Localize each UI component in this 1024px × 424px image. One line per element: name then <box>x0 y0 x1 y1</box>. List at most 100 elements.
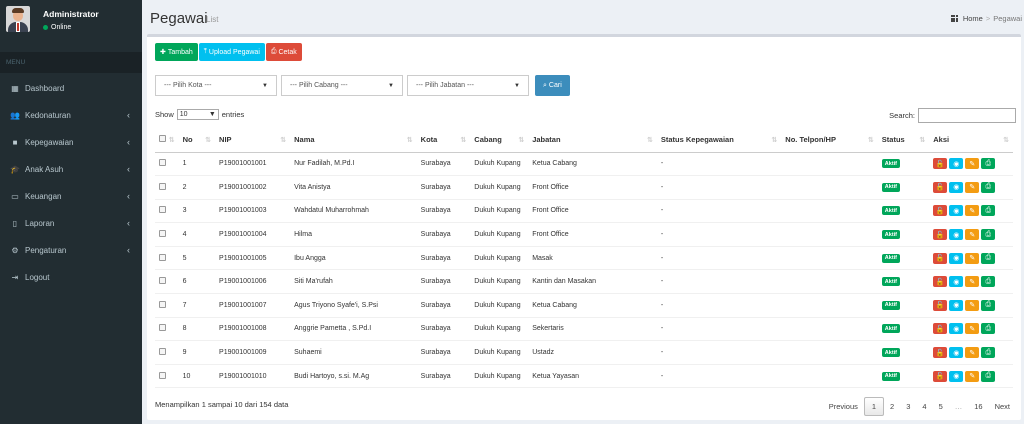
row-checkbox[interactable] <box>159 206 166 214</box>
unlock-icon[interactable]: 🔓 <box>933 205 948 217</box>
breadcrumb-home[interactable]: Home <box>963 14 983 23</box>
column-header[interactable]: Jabatan ⇅ <box>528 128 657 153</box>
row-checkbox[interactable] <box>159 348 166 356</box>
chevron-left-icon: ‹ <box>127 137 130 147</box>
page-2-button[interactable]: 2 <box>884 398 900 415</box>
column-header[interactable]: Status ⇅ <box>877 128 930 153</box>
unlock-icon[interactable]: 🔓 <box>933 299 948 311</box>
row-checkbox[interactable] <box>159 324 166 332</box>
unlock-icon[interactable]: 🔓 <box>933 252 948 264</box>
print-icon[interactable]: ⎙ <box>981 181 996 193</box>
print-icon[interactable]: ⎙ <box>981 347 996 359</box>
print-icon[interactable]: ⎙ <box>981 229 996 241</box>
eye-icon[interactable]: ◉ <box>949 347 964 359</box>
print-icon[interactable]: ⎙ <box>981 276 996 288</box>
cell-jabatan: Front Office <box>528 222 657 247</box>
kota-select[interactable]: --- Pilih Kota --- ▼ <box>155 75 277 96</box>
print-icon[interactable]: ⎙ <box>981 299 996 311</box>
row-checkbox[interactable] <box>159 300 166 308</box>
length-select[interactable]: 10 ▼ <box>176 109 219 120</box>
cell-status-kepegawaian: - <box>656 152 782 177</box>
column-header[interactable]: No. Telpon/HP ⇅ <box>781 128 878 153</box>
unlock-icon[interactable]: 🔓 <box>933 347 948 359</box>
edit-icon[interactable]: ✎ <box>965 158 980 170</box>
edit-icon[interactable]: ✎ <box>965 181 980 193</box>
next-page-button[interactable]: Next <box>989 398 1016 415</box>
breadcrumb: Home > Pegawai <box>950 14 1022 23</box>
print-icon[interactable]: ⎙ <box>981 370 996 382</box>
sidebar-item-keuangan[interactable]: ▭ Keuangan ‹ <box>0 183 142 210</box>
print-icon[interactable]: ⎙ <box>981 323 996 335</box>
unlock-icon[interactable]: 🔓 <box>933 158 948 170</box>
row-checkbox[interactable] <box>159 371 166 379</box>
user-panel: Administrator Online <box>0 0 142 52</box>
jabatan-select[interactable]: --- Pilih Jabatan --- ▼ <box>407 75 529 96</box>
edit-icon[interactable]: ✎ <box>965 276 980 288</box>
eye-icon[interactable]: ◉ <box>949 205 964 217</box>
print-icon[interactable]: ⎙ <box>981 252 996 264</box>
column-header[interactable]: Aksi ⇅ <box>929 128 1013 153</box>
edit-icon[interactable]: ✎ <box>965 252 980 264</box>
select-all-checkbox[interactable] <box>159 135 166 143</box>
row-checkbox[interactable] <box>159 182 166 190</box>
search-input[interactable] <box>918 108 1016 123</box>
eye-icon[interactable]: ◉ <box>949 323 964 335</box>
page-1-button[interactable]: 1 <box>863 397 885 416</box>
eye-icon[interactable]: ◉ <box>949 276 964 288</box>
eye-icon[interactable]: ◉ <box>949 158 964 170</box>
column-header[interactable]: Kota ⇅ <box>416 128 471 153</box>
page-3-button[interactable]: 3 <box>900 398 916 415</box>
eye-icon[interactable]: ◉ <box>949 252 964 264</box>
column-header[interactable]: No ⇅ <box>178 128 216 153</box>
unlock-icon[interactable]: 🔓 <box>933 276 948 288</box>
row-checkbox[interactable] <box>159 253 166 261</box>
column-header[interactable]: Cabang ⇅ <box>470 128 529 153</box>
edit-icon[interactable]: ✎ <box>965 370 980 382</box>
row-checkbox[interactable] <box>159 277 166 285</box>
sidebar-item-kepegawaian[interactable]: ■ Kepegawaian ‹ <box>0 129 142 156</box>
edit-icon[interactable]: ✎ <box>965 347 980 359</box>
eye-icon[interactable]: ◉ <box>949 370 964 382</box>
sidebar-item-logout[interactable]: ⇥ Logout <box>0 264 142 291</box>
unlock-icon[interactable]: 🔓 <box>933 323 948 335</box>
sort-icon[interactable]: ⇅ <box>169 136 175 144</box>
print-icon[interactable]: ⎙ <box>981 158 996 170</box>
sidebar-item-anak-asuh[interactable]: 🎓 Anak Asuh ‹ <box>0 156 142 183</box>
column-header-label: Jabatan <box>532 135 561 145</box>
print-icon[interactable]: ⎙ <box>981 205 996 217</box>
search-button[interactable]: ⌕ Cari <box>535 75 570 96</box>
print-icon: ⎙ <box>270 48 277 55</box>
sidebar-item-label: Dashboard <box>25 84 65 93</box>
unlock-icon[interactable]: 🔓 <box>933 181 948 193</box>
eye-icon[interactable]: ◉ <box>949 229 964 241</box>
page-5-button[interactable]: 5 <box>933 398 949 415</box>
column-header[interactable]: NIP ⇅ <box>215 128 291 153</box>
add-button[interactable]: ✚ Tambah <box>155 43 198 61</box>
cabang-select[interactable]: --- Pilih Cabang --- ▼ <box>281 75 403 96</box>
edit-icon[interactable]: ✎ <box>965 299 980 311</box>
page-last-button[interactable]: 16 <box>968 398 988 415</box>
sidebar-item-dashboard[interactable]: ▦ Dashboard <box>0 75 142 102</box>
upload-button[interactable]: ⤒ Upload Pegawai <box>198 43 265 61</box>
edit-icon[interactable]: ✎ <box>965 323 980 335</box>
previous-page-button[interactable]: Previous <box>823 398 864 415</box>
sidebar-item-laporan[interactable]: ▯ Laporan ‹ <box>0 210 142 237</box>
eye-icon[interactable]: ◉ <box>949 181 964 193</box>
edit-icon[interactable]: ✎ <box>965 229 980 241</box>
sidebar-item-pengaturan[interactable]: ⚙ Pengaturan ‹ <box>0 237 142 264</box>
edit-icon[interactable]: ✎ <box>965 205 980 217</box>
cell-status: Aktif <box>877 199 930 224</box>
eye-icon[interactable]: ◉ <box>949 299 964 311</box>
unlock-icon[interactable]: 🔓 <box>933 229 948 241</box>
page-4-button[interactable]: 4 <box>916 398 932 415</box>
row-checkbox[interactable] <box>159 159 166 167</box>
column-header[interactable]: Nama ⇅ <box>290 128 417 153</box>
cell-no: 10 <box>178 364 216 389</box>
sidebar-item-kedonaturan[interactable]: 👥 Kedonaturan ‹ <box>0 102 142 129</box>
column-header[interactable]: Status Kepegawaian ⇅ <box>656 128 782 153</box>
length-control: Show 10 ▼ entries <box>155 109 244 120</box>
cell-status-kepegawaian: - <box>656 246 782 271</box>
unlock-icon[interactable]: 🔓 <box>933 370 948 382</box>
print-button[interactable]: ⎙ Cetak <box>265 43 302 61</box>
row-checkbox[interactable] <box>159 230 166 238</box>
